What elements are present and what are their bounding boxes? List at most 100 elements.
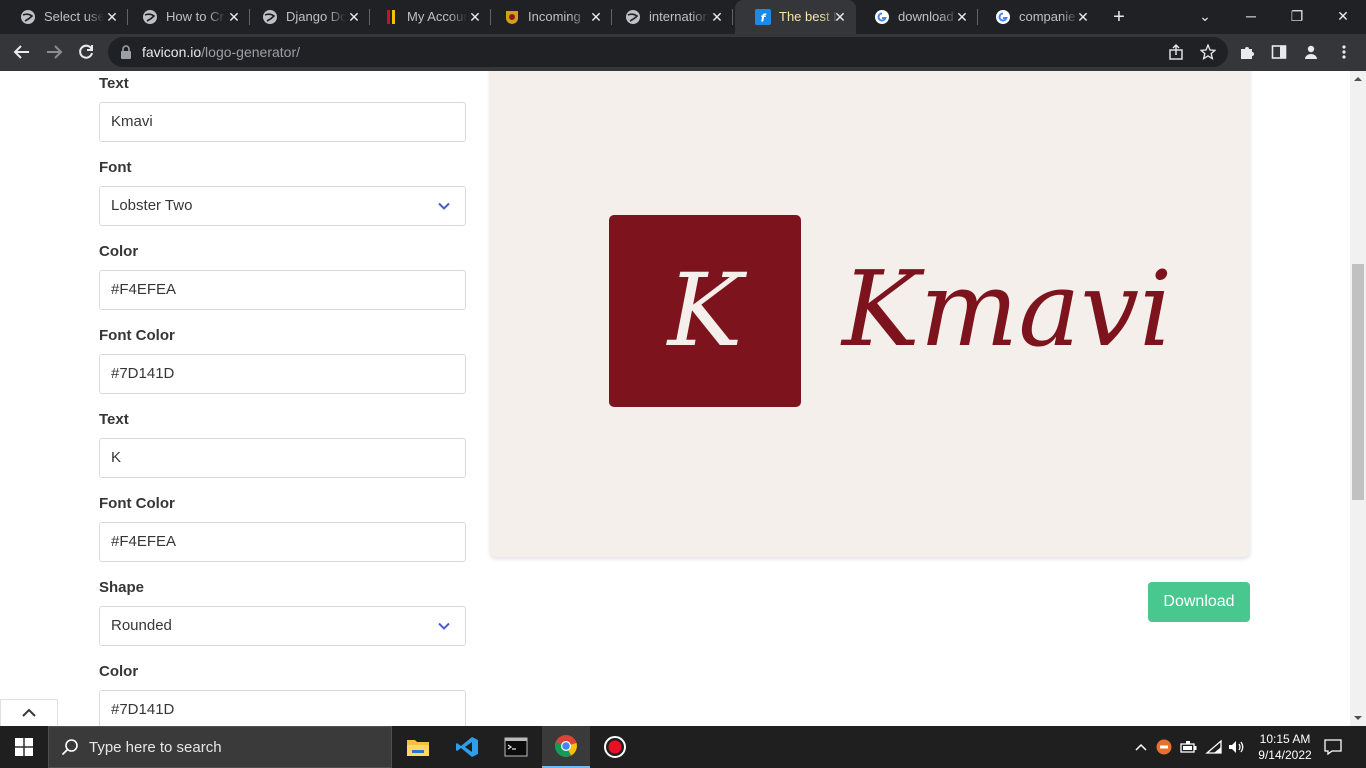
- battery-icon: [1180, 741, 1197, 753]
- chrome-app[interactable]: [542, 726, 590, 768]
- logo-initial: K: [667, 252, 743, 369]
- font-color-label: Font Color: [99, 327, 175, 344]
- initial-font-color-label: Font Color: [99, 495, 175, 512]
- logo-icon-shape: K: [609, 215, 801, 407]
- terminal-app[interactable]: [492, 726, 540, 768]
- restore-button[interactable]: ❐: [1274, 0, 1320, 34]
- clock-date: 9/14/2022: [1258, 748, 1312, 762]
- tab-title: Select user: [44, 9, 104, 24]
- chrome-menu-button[interactable]: [1330, 38, 1358, 66]
- tab-international[interactable]: internation ✕: [605, 0, 733, 34]
- close-icon[interactable]: ✕: [709, 9, 725, 25]
- scroll-up-icon[interactable]: [1354, 75, 1362, 83]
- favicon-f-icon: f: [755, 9, 771, 25]
- logo-text: Kmavi: [842, 248, 1173, 370]
- globe-icon: [262, 9, 278, 25]
- lock-icon: [121, 45, 131, 59]
- start-button[interactable]: [0, 726, 48, 768]
- scrollbar-thumb[interactable]: [1352, 264, 1364, 500]
- profile-icon: [1305, 45, 1317, 59]
- font-select[interactable]: Lobster Two: [99, 186, 466, 226]
- font-label: Font: [99, 159, 132, 176]
- extensions-button[interactable]: [1233, 38, 1261, 66]
- tab-title: download: [898, 9, 954, 24]
- tab-my-account[interactable]: My Accoun ✕: [363, 0, 491, 34]
- text-label: Text: [99, 75, 129, 92]
- bookmark-star-icon[interactable]: [1200, 44, 1216, 60]
- profile-button[interactable]: [1297, 38, 1325, 66]
- taskbar-search-box[interactable]: Type here to search: [48, 726, 392, 768]
- reload-button[interactable]: [72, 38, 100, 66]
- screen-recorder-app[interactable]: [591, 726, 639, 768]
- forward-button[interactable]: [40, 38, 68, 66]
- tab-title: Incoming: [528, 9, 581, 24]
- close-icon[interactable]: ✕: [588, 9, 604, 25]
- network-button[interactable]: [1203, 726, 1225, 768]
- tab-how-to[interactable]: How to Cr ✕: [122, 0, 250, 34]
- tab-title: How to Cr: [166, 9, 224, 24]
- back-button[interactable]: [8, 38, 36, 66]
- tab-the-best-logo[interactable]: f The best L ✕: [735, 0, 856, 34]
- close-icon: ✕: [1337, 8, 1349, 24]
- tab-incoming[interactable]: Incoming ✕: [484, 0, 612, 34]
- tab-companies[interactable]: companie ✕: [975, 0, 1099, 34]
- search-icon: [61, 739, 78, 756]
- tab-title: The best L: [779, 9, 839, 24]
- shape-select[interactable]: Rounded: [99, 606, 466, 646]
- globe-icon: [20, 9, 36, 25]
- url-text: favicon.io/logo-generator/: [142, 44, 300, 60]
- url-host: favicon.io: [142, 44, 202, 60]
- initial-text-input[interactable]: K: [99, 438, 466, 478]
- minimize-button[interactable]: ─: [1228, 0, 1274, 34]
- side-panel-button[interactable]: [1265, 38, 1293, 66]
- show-hidden-icons-button[interactable]: [1132, 726, 1150, 768]
- vscode-app[interactable]: [443, 726, 491, 768]
- color-label: Color: [99, 243, 139, 260]
- close-window-button[interactable]: ✕: [1320, 0, 1366, 34]
- shape-color-label: Color: [99, 663, 139, 680]
- globe-icon: [625, 9, 641, 25]
- tab-search-button[interactable]: ⌄: [1182, 0, 1228, 34]
- close-icon[interactable]: ✕: [346, 9, 362, 25]
- side-panel-icon: [1271, 45, 1287, 59]
- chevron-up-icon: [1135, 743, 1147, 751]
- chevron-down-icon: [438, 202, 450, 210]
- initial-font-color-input[interactable]: #F4EFEA: [99, 522, 466, 562]
- close-icon[interactable]: ✕: [104, 9, 120, 25]
- background-color-input[interactable]: #F4EFEA: [99, 270, 466, 310]
- tab-title: internation: [649, 9, 709, 24]
- tab-django[interactable]: Django Do ✕: [242, 0, 370, 34]
- notifications-button[interactable]: [1320, 726, 1346, 768]
- tab-select-user[interactable]: Select user ✕: [0, 0, 128, 34]
- wifi-icon: [1205, 739, 1222, 754]
- clock-time: 10:15 AM: [1259, 732, 1311, 746]
- address-bar[interactable]: favicon.io/logo-generator/: [108, 37, 1228, 67]
- shape-label: Shape: [99, 579, 145, 596]
- tray-app-button[interactable]: [1154, 726, 1174, 768]
- kebab-menu-icon: [1342, 45, 1346, 59]
- share-icon[interactable]: [1168, 44, 1184, 60]
- taskbar-clock[interactable]: 10:15 AM 9/14/2022: [1250, 731, 1320, 763]
- close-icon[interactable]: ✕: [832, 9, 848, 25]
- close-icon[interactable]: ✕: [1075, 9, 1091, 25]
- scroll-down-icon[interactable]: [1354, 714, 1362, 722]
- restore-icon: ❐: [1290, 8, 1304, 24]
- font-color-input[interactable]: #7D141D: [99, 354, 466, 394]
- page-scrollbar[interactable]: [1350, 71, 1366, 726]
- tab-download[interactable]: download ✕: [854, 0, 978, 34]
- volume-button[interactable]: [1226, 726, 1248, 768]
- windows-taskbar: Type here to search 10:15 AM 9/14/2022: [0, 726, 1366, 768]
- new-tab-button[interactable]: +: [1108, 6, 1130, 28]
- text-input[interactable]: Kmavi: [99, 102, 466, 142]
- close-icon[interactable]: ✕: [954, 9, 970, 25]
- minimize-icon: ─: [1246, 8, 1256, 24]
- shape-color-input[interactable]: #7D141D: [99, 690, 466, 726]
- close-icon[interactable]: ✕: [226, 9, 242, 25]
- back-to-top-button[interactable]: [0, 699, 58, 726]
- chrome-icon: [554, 735, 577, 757]
- download-button[interactable]: Download: [1148, 582, 1250, 622]
- close-icon[interactable]: ✕: [467, 9, 483, 25]
- file-explorer-app[interactable]: [394, 726, 442, 768]
- battery-button[interactable]: [1178, 726, 1200, 768]
- browser-toolbar: favicon.io/logo-generator/: [0, 34, 1366, 71]
